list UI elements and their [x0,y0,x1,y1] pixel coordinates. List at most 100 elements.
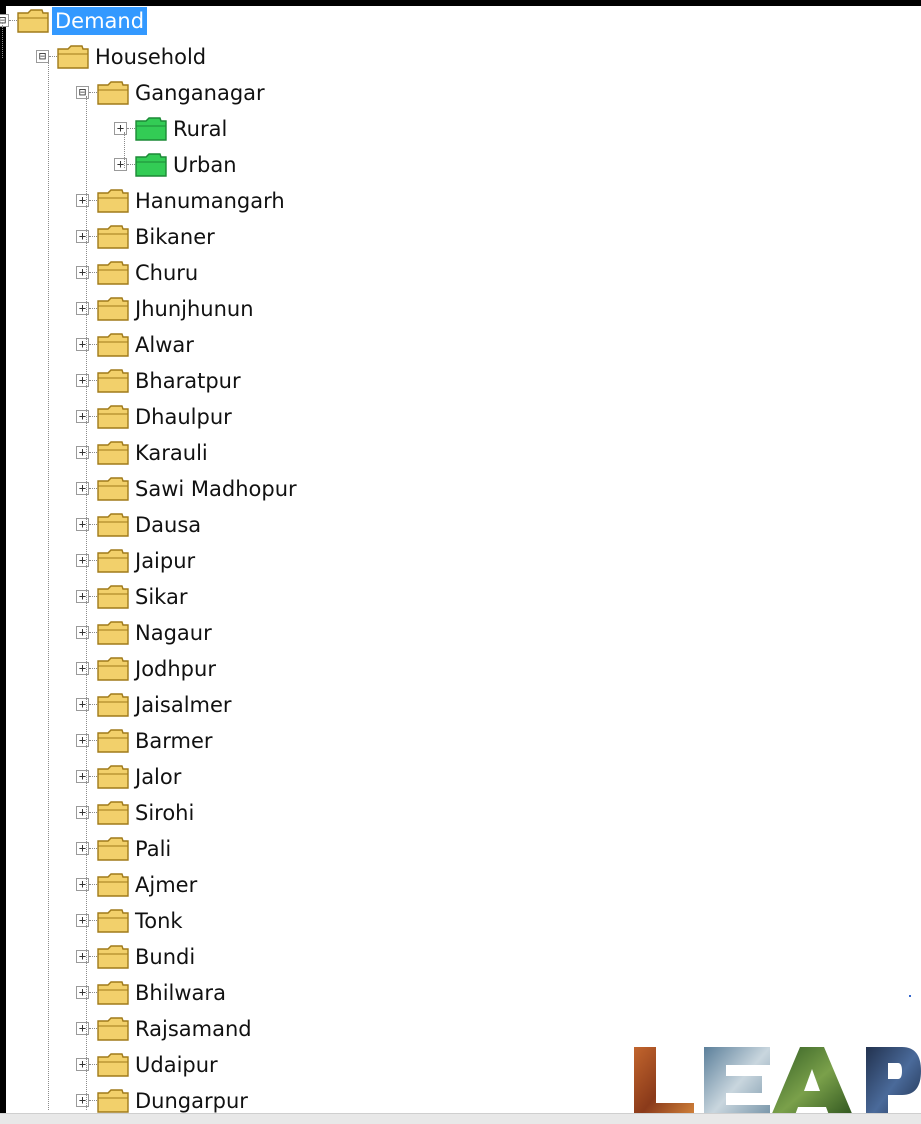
tree-node-demand[interactable]: ⊟ Demand [0,3,600,39]
tree-node-label: Hanumangarh [135,189,285,213]
tree-node-label: Ajmer [135,873,198,897]
tree-node-nagaur[interactable]: + Nagaur [0,615,600,651]
tree-node-label: Bharatpur [135,369,241,393]
tree-node-churu[interactable]: + Churu [0,255,600,291]
tree-node-label: Bikaner [135,225,215,249]
green-folder-icon [134,152,168,178]
tree-node-label: Jalor [135,765,182,789]
expander-icon[interactable]: + [76,266,89,279]
tree-node-rural[interactable]: + Rural [0,111,600,147]
tree-node-karauli[interactable]: + Karauli [0,435,600,471]
expander-icon[interactable]: + [76,806,89,819]
tree-node-jaisalmer[interactable]: + Jaisalmer [0,687,600,723]
tree-node-hanumangarh[interactable]: + Hanumangarh [0,183,600,219]
tree-node-label: Dhaulpur [135,405,232,429]
folder-icon [96,404,130,430]
tree-node-label: Ganganagar [135,81,265,105]
tree-node-label: Jodhpur [135,657,216,681]
folder-icon [96,620,130,646]
tree-node-label: Urban [173,153,237,177]
tree-node-ganganagar[interactable]: ⊟ Ganganagar [0,75,600,111]
expander-icon[interactable]: ⊟ [76,86,89,99]
expander-icon[interactable]: + [76,410,89,423]
expander-icon[interactable]: + [76,338,89,351]
tree-node-tonk[interactable]: + Tonk [0,903,600,939]
tree-node-sirohi[interactable]: + Sirohi [0,795,600,831]
expander-icon[interactable]: + [76,662,89,675]
tree-node-jaipur[interactable]: + Jaipur [0,543,600,579]
expander-icon[interactable]: + [76,950,89,963]
folder-icon [96,296,130,322]
folder-icon [96,260,130,286]
tree-node-bhilwara[interactable]: + Bhilwara [0,975,600,1011]
tree-node-alwar[interactable]: + Alwar [0,327,600,363]
expander-icon[interactable]: + [76,698,89,711]
folder-icon [96,368,130,394]
tree-node-label: Jaipur [135,549,196,573]
expander-icon[interactable]: + [76,1058,89,1071]
expander-icon[interactable]: + [76,554,89,567]
leap-logo [634,1047,921,1123]
folder-icon [96,656,130,682]
tree-node-label: Bhilwara [135,981,226,1005]
tree-node-label: Karauli [135,441,208,465]
expander-icon[interactable]: + [76,770,89,783]
tree-node-label: Rural [173,117,228,141]
expander-icon[interactable]: + [76,374,89,387]
expander-icon[interactable]: + [114,122,127,135]
tree-node-sawi-madhopur[interactable]: + Sawi Madhopur [0,471,600,507]
tree-node-barmer[interactable]: + Barmer [0,723,600,759]
tree-node-jalor[interactable]: + Jalor [0,759,600,795]
tree-node-bundi[interactable]: + Bundi [0,939,600,975]
expander-icon[interactable]: + [76,194,89,207]
tree-node-bikaner[interactable]: + Bikaner [0,219,600,255]
expander-icon[interactable]: + [76,878,89,891]
tree-node-label: Sikar [135,585,188,609]
tree-node-bharatpur[interactable]: + Bharatpur [0,363,600,399]
tree-node-label: Udaipur [135,1053,218,1077]
expander-icon[interactable]: + [76,986,89,999]
tree-guide-line [2,22,3,58]
expander-icon[interactable]: + [76,626,89,639]
tree-node-sikar[interactable]: + Sikar [0,579,600,615]
tree-node-pali[interactable]: + Pali [0,831,600,867]
expander-icon[interactable]: + [114,158,127,171]
expander-icon[interactable]: + [76,518,89,531]
expander-icon[interactable]: + [76,734,89,747]
tree-node-dhaulpur[interactable]: + Dhaulpur [0,399,600,435]
folder-icon [96,188,130,214]
tree-node-label: Nagaur [135,621,212,645]
expander-icon[interactable]: + [76,482,89,495]
folder-icon [96,872,130,898]
expander-icon[interactable]: + [76,230,89,243]
green-folder-icon [134,116,168,142]
tree-node-udaipur[interactable]: + Udaipur [0,1047,600,1083]
tree-node-urban[interactable]: + Urban [0,147,600,183]
folder-icon [96,800,130,826]
tree-node-label: Tonk [135,909,183,933]
tree-node-ajmer[interactable]: + Ajmer [0,867,600,903]
tree-node-household[interactable]: ⊟ Household [0,39,600,75]
expander-icon[interactable]: + [76,302,89,315]
expander-icon[interactable]: + [76,1094,89,1107]
folder-icon [96,80,130,106]
tree-node-label: Dungarpur [135,1089,248,1113]
expander-icon[interactable]: + [76,1022,89,1035]
folder-icon [96,980,130,1006]
expander-icon[interactable]: + [76,842,89,855]
tree-node-label: Jhunjhunun [135,297,254,321]
folder-icon [96,1016,130,1042]
expander-icon[interactable]: + [76,914,89,927]
tree-node-label: Jaisalmer [135,693,232,717]
tree-node-jhunjhunun[interactable]: + Jhunjhunun [0,291,600,327]
folder-icon [96,584,130,610]
tree-node-rajsamand[interactable]: + Rajsamand [0,1011,600,1047]
folder-icon [56,44,90,70]
expander-icon[interactable]: + [76,446,89,459]
folder-icon [96,692,130,718]
leap-logo-graphic [634,1047,921,1123]
tree-node-dausa[interactable]: + Dausa [0,507,600,543]
tree-node-jodhpur[interactable]: + Jodhpur [0,651,600,687]
expander-icon[interactable]: + [76,590,89,603]
tree-node-label: Bundi [135,945,196,969]
